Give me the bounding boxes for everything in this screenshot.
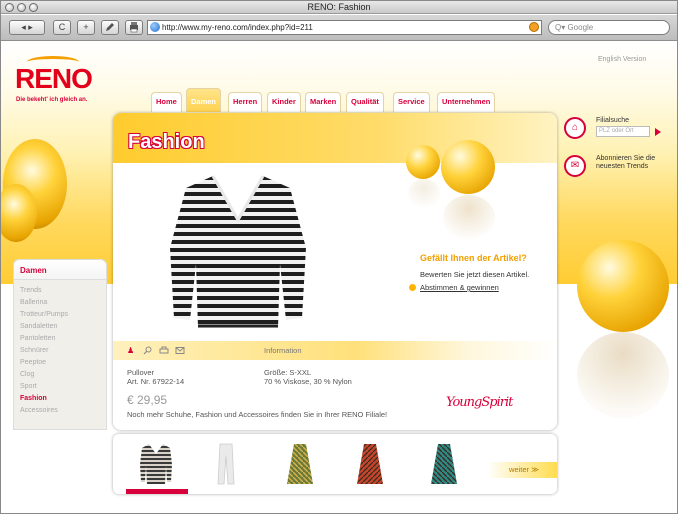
thumbnail-skirt-brown[interactable] xyxy=(283,442,317,486)
thumbnail-trousers[interactable] xyxy=(209,442,243,486)
web-page: RENO Die bekeht' ich gleich an. English … xyxy=(1,42,677,513)
article-number: Art. Nr. 67922-14 xyxy=(127,377,185,386)
vote-link[interactable]: Abstimmen & gewinnen xyxy=(409,283,499,292)
size-info: Größe: S-XXL xyxy=(264,368,312,377)
english-version-link[interactable]: English Version xyxy=(598,56,646,63)
rss-icon[interactable] xyxy=(529,22,539,32)
sidebar-item-schnuerer[interactable]: Schnürer xyxy=(20,347,48,354)
search-input[interactable]: Q▾ Google xyxy=(548,20,670,35)
decorative-ball xyxy=(406,145,440,179)
bullet-icon xyxy=(409,284,416,291)
store-search-submit[interactable] xyxy=(655,128,661,136)
info-bar: ♟ Information xyxy=(113,341,557,360)
active-thumbnail-indicator xyxy=(126,489,188,494)
tab-service[interactable]: Service xyxy=(393,92,430,112)
material-info: 70 % Viskose, 30 % Nylon xyxy=(264,377,352,386)
mail-icon[interactable]: ✉ xyxy=(564,155,586,177)
price: € 29,95 xyxy=(127,393,168,407)
sidebar-item-pantoletten[interactable]: Pantoletten xyxy=(20,335,55,342)
tab-herren[interactable]: Herren xyxy=(228,92,263,112)
print-icon[interactable] xyxy=(125,20,143,35)
page-title: Fashion xyxy=(128,131,205,153)
sidebar-item-trends[interactable]: Trends xyxy=(20,287,42,294)
sidebar-item-fashion[interactable]: Fashion xyxy=(20,395,47,402)
thumbnail-skirt-teal[interactable] xyxy=(427,442,461,486)
brand-logo: YoungSpirit xyxy=(446,395,513,410)
information-label[interactable]: Information xyxy=(264,346,302,355)
tagline: Die bekeht' ich gleich an. xyxy=(16,97,88,103)
window-title: RENO: Fashion xyxy=(307,2,371,12)
store-search-label: Filialsuche xyxy=(596,117,630,124)
url-text: http://www.my-reno.com/index.php?id=211 xyxy=(162,23,313,32)
mail-icon[interactable] xyxy=(175,346,185,355)
thumbnail-pullover[interactable] xyxy=(139,442,173,486)
ball-reflection xyxy=(408,179,440,209)
edit-icon[interactable] xyxy=(101,20,119,35)
tab-home[interactable]: Home xyxy=(151,92,182,112)
tab-kinder[interactable]: Kinder xyxy=(267,92,301,112)
reload-button[interactable]: C xyxy=(53,20,71,35)
sidebar-item-ballerina[interactable]: Ballerina xyxy=(20,299,47,306)
tab-damen[interactable]: Damen xyxy=(186,88,222,112)
product-name: Pullover xyxy=(127,368,155,377)
browser-toolbar: ◂ ▸ C + http://www.my-reno.com/index.php… xyxy=(1,15,677,41)
rating-question: Gefällt Ihnen der Artikel? xyxy=(420,253,527,263)
sidebar-heading[interactable]: Damen xyxy=(14,260,106,280)
sidebar-item-sandaletten[interactable]: Sandaletten xyxy=(20,323,57,330)
sidebar-item-sport[interactable]: Sport xyxy=(20,383,37,390)
tab-marken[interactable]: Marken xyxy=(305,92,342,112)
vote-link-label: Abstimmen & gewinnen xyxy=(420,283,499,292)
decorative-ball xyxy=(577,240,669,332)
title-bar: RENO: Fashion xyxy=(1,1,677,14)
back-forward-button[interactable]: ◂ ▸ xyxy=(9,20,45,35)
add-bookmark-button[interactable]: + xyxy=(77,20,95,35)
sidebar-item-peeptoe[interactable]: Peeptoe xyxy=(20,359,46,366)
store-icon[interactable]: ⌂ xyxy=(564,117,586,139)
globe-icon xyxy=(150,22,160,32)
more-button[interactable]: weiter ≫ xyxy=(487,462,557,478)
right-column: ⌂ Filialsuche PLZ oder Ort ✉ Abonnieren … xyxy=(564,115,674,195)
address-bar[interactable]: http://www.my-reno.com/index.php?id=211 xyxy=(147,20,542,35)
category-sidebar: Damen Trends Ballerina Trotteur/Pumps Sa… xyxy=(13,259,107,430)
product-image[interactable] xyxy=(168,168,308,333)
newsletter-link[interactable]: Abonnieren Sie die neuesten Trends xyxy=(596,155,666,171)
zoom-icon[interactable] xyxy=(143,346,152,355)
product-panel: Fashion Gefällt Ihnen der Artikel? Bewer… xyxy=(113,113,557,430)
print-icon[interactable] xyxy=(159,346,169,355)
ball-reflection xyxy=(443,195,495,240)
person-icon[interactable]: ♟ xyxy=(127,346,136,355)
thumbnail-strip: weiter ≫ xyxy=(113,434,557,494)
browser-window: RENO: Fashion ◂ ▸ C + http://www.my-reno… xyxy=(0,0,678,514)
sidebar-item-clog[interactable]: Clog xyxy=(20,371,34,378)
sidebar-item-trotteur[interactable]: Trotteur/Pumps xyxy=(20,311,68,318)
store-search-input[interactable]: PLZ oder Ort xyxy=(596,126,650,137)
tab-qualitaet[interactable]: Qualität xyxy=(346,92,384,112)
ball-reflection xyxy=(577,332,669,418)
decorative-ball xyxy=(441,140,495,194)
reno-logo[interactable]: RENO xyxy=(15,63,93,95)
rating-text: Bewerten Sie jetzt diesen Artikel. xyxy=(420,270,530,279)
tab-unternehmen[interactable]: Unternehmen xyxy=(437,92,496,112)
thumbnail-skirt-red[interactable] xyxy=(353,442,387,486)
sidebar-item-accessoires[interactable]: Accessoires xyxy=(20,407,58,414)
store-note: Noch mehr Schuhe, Fashion und Accessoire… xyxy=(127,410,388,419)
